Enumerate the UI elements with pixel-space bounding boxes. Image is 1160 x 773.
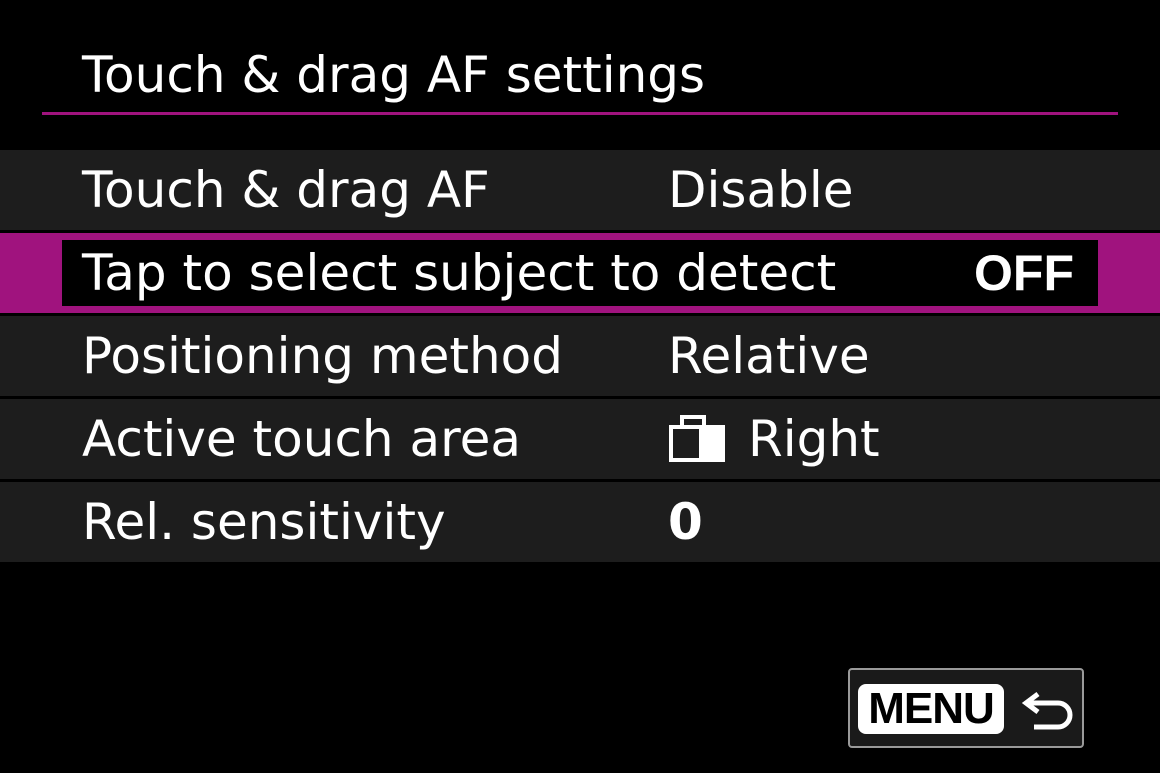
- menu-back-button[interactable]: MENU: [848, 668, 1084, 748]
- page-title: Touch & drag AF settings: [82, 46, 706, 104]
- setting-row-tap-select-subject[interactable]: Tap to select subject to detect OFF: [0, 233, 1160, 313]
- setting-value: 0: [668, 493, 703, 551]
- setting-row-positioning-method[interactable]: Positioning method Relative: [0, 316, 1160, 396]
- setting-value: Disable: [668, 161, 854, 219]
- setting-label: Touch & drag AF: [82, 161, 490, 219]
- settings-list: Touch & drag AF Disable Tap to select su…: [0, 150, 1160, 565]
- setting-value-text: Right: [748, 410, 880, 468]
- setting-label: Rel. sensitivity: [82, 493, 446, 551]
- setting-value: Relative: [668, 327, 870, 385]
- setting-label: Tap to select subject to detect: [82, 244, 837, 302]
- setting-row-touch-drag-af[interactable]: Touch & drag AF Disable: [0, 150, 1160, 230]
- setting-label: Positioning method: [82, 327, 563, 385]
- setting-row-rel-sensitivity[interactable]: Rel. sensitivity 0: [0, 482, 1160, 562]
- setting-value-with-icon: Right: [668, 399, 880, 479]
- camera-right-area-icon: [669, 415, 725, 462]
- menu-label: MENU: [858, 684, 1004, 734]
- title-divider: [42, 112, 1118, 115]
- setting-value: OFF: [974, 245, 1074, 301]
- setting-label: Active touch area: [82, 410, 522, 468]
- setting-row-active-touch-area[interactable]: Active touch area Right: [0, 399, 1160, 479]
- return-arrow-icon: [1021, 692, 1073, 730]
